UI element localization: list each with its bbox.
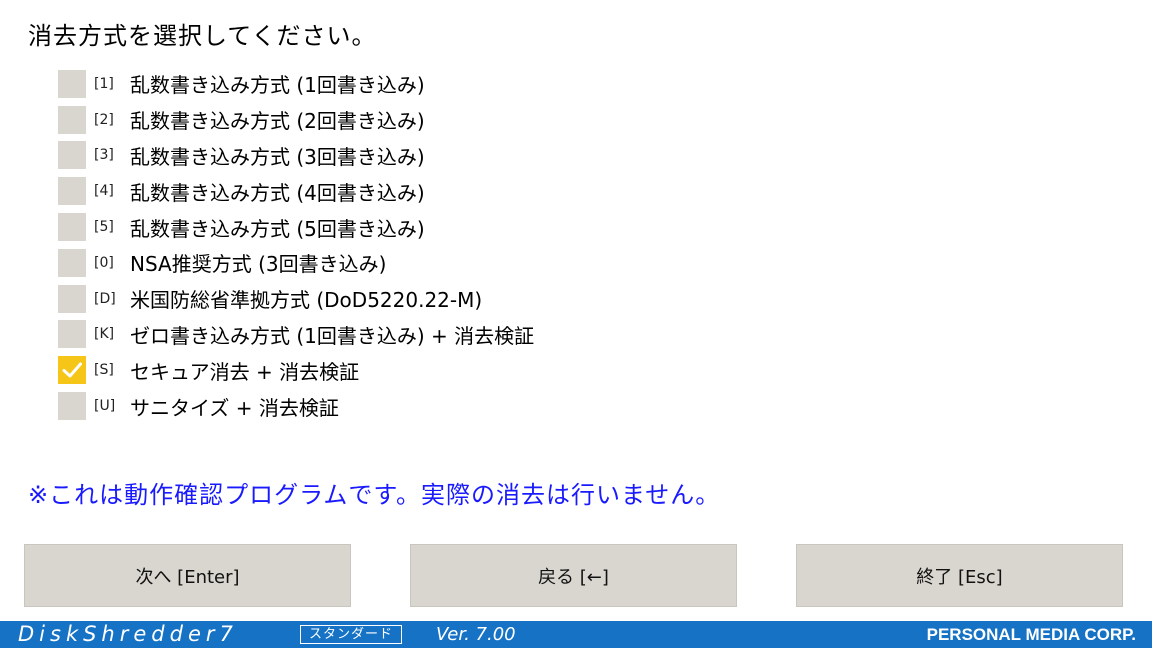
option-sanitize[interactable]: [U] サニタイズ + 消去検証	[58, 388, 534, 424]
option-label: 米国防総省準拠方式 (DoD5220.22-M)	[130, 288, 483, 313]
option-5[interactable]: [5] 乱数書き込み方式 (5回書き込み)	[58, 209, 534, 245]
page-title: 消去方式を選択してください。	[28, 22, 377, 50]
checkmark-icon	[62, 362, 82, 378]
option-label: セキュア消去 + 消去検証	[130, 359, 360, 384]
back-button[interactable]: 戻る [←]	[410, 544, 737, 607]
option-key: [U]	[94, 398, 116, 415]
checkbox[interactable]	[58, 248, 86, 277]
option-zero-fill[interactable]: [K] ゼロ書き込み方式 (1回書き込み) + 消去検証	[58, 317, 534, 353]
product-logo: DiskShredder7	[18, 622, 238, 646]
company-name: PERSONAL MEDIA CORP.	[926, 625, 1136, 644]
option-key: [1]	[94, 75, 114, 92]
erase-method-list: [1] 乱数書き込み方式 (1回書き込み) [2] 乱数書き込み方式 (2回書き…	[58, 66, 534, 424]
option-1[interactable]: [1] 乱数書き込み方式 (1回書き込み)	[58, 66, 534, 102]
option-key: [S]	[94, 362, 114, 379]
checkbox-checked[interactable]	[58, 356, 86, 385]
checkbox[interactable]	[58, 320, 86, 349]
option-label: 乱数書き込み方式 (1回書き込み)	[130, 73, 425, 98]
option-label: NSA推奨方式 (3回書き込み)	[130, 252, 387, 277]
option-nsa[interactable]: [0] NSA推奨方式 (3回書き込み)	[58, 245, 534, 281]
version-label: Ver. 7.00	[436, 624, 516, 645]
option-label: 乱数書き込み方式 (5回書き込み)	[130, 216, 425, 241]
option-label: 乱数書き込み方式 (4回書き込み)	[130, 180, 425, 205]
option-key: [0]	[94, 254, 114, 271]
option-secure-erase[interactable]: [S] セキュア消去 + 消去検証	[58, 352, 534, 388]
checkbox[interactable]	[58, 105, 86, 134]
checkbox[interactable]	[58, 141, 86, 170]
option-3[interactable]: [3] 乱数書き込み方式 (3回書き込み)	[58, 138, 534, 174]
checkbox[interactable]	[58, 284, 86, 313]
option-4[interactable]: [4] 乱数書き込み方式 (4回書き込み)	[58, 173, 534, 209]
option-label: 乱数書き込み方式 (3回書き込み)	[130, 144, 425, 169]
option-label: サニタイズ + 消去検証	[130, 395, 339, 420]
checkbox[interactable]	[58, 392, 86, 421]
checkbox[interactable]	[58, 213, 86, 242]
option-key: [2]	[94, 111, 114, 128]
option-label: ゼロ書き込み方式 (1回書き込み) + 消去検証	[130, 323, 535, 348]
option-key: [3]	[94, 147, 114, 164]
exit-button[interactable]: 終了 [Esc]	[796, 544, 1123, 607]
option-key: [D]	[94, 290, 116, 307]
option-dod[interactable]: [D] 米国防総省準拠方式 (DoD5220.22-M)	[58, 281, 534, 317]
edition-badge: スタンダード	[300, 625, 403, 644]
checkbox[interactable]	[58, 69, 86, 98]
next-button[interactable]: 次へ [Enter]	[24, 544, 351, 607]
footer-bar: DiskShredder7 スタンダード Ver. 7.00 PERSONAL …	[0, 621, 1152, 648]
checkbox[interactable]	[58, 177, 86, 206]
option-label: 乱数書き込み方式 (2回書き込み)	[130, 109, 425, 134]
option-key: [4]	[94, 183, 114, 200]
option-2[interactable]: [2] 乱数書き込み方式 (2回書き込み)	[58, 102, 534, 138]
option-key: [K]	[94, 326, 115, 343]
option-key: [5]	[94, 219, 114, 236]
notice-text: ※これは動作確認プログラムです。実際の消去は行いません。	[28, 481, 721, 509]
